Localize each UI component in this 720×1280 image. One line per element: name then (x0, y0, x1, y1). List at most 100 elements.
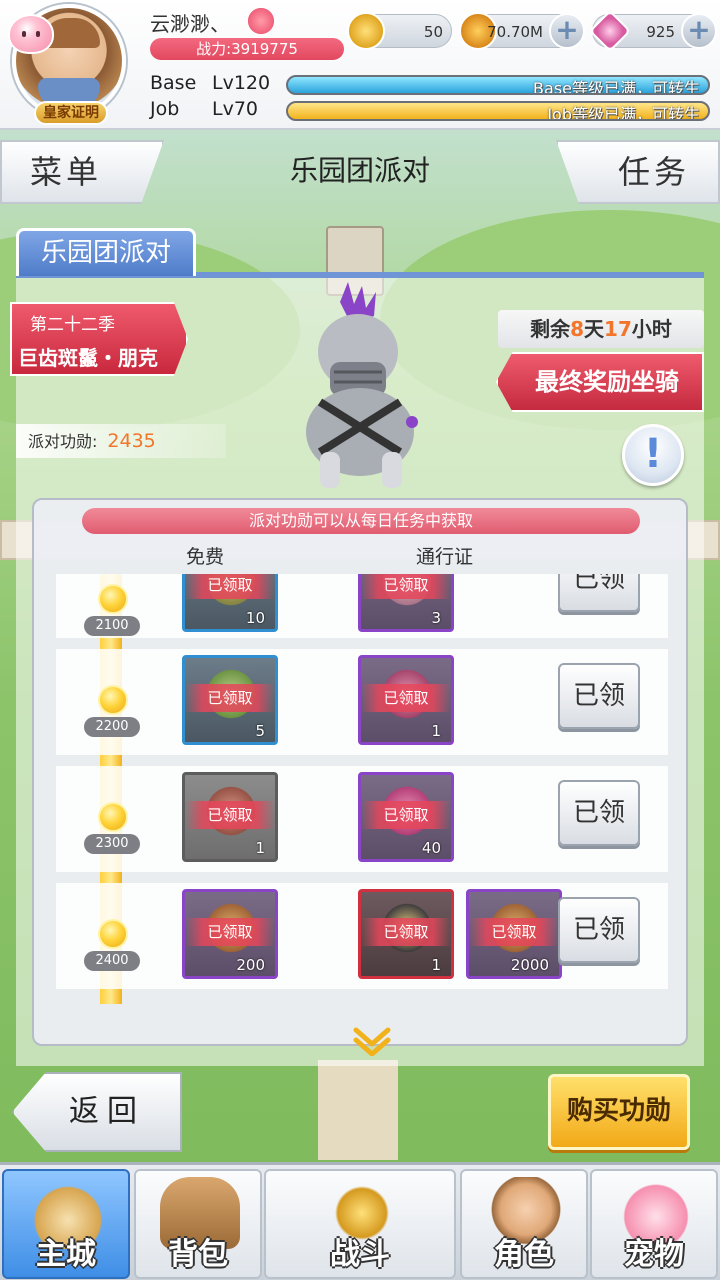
merit-label: 派对功勋: (28, 432, 98, 451)
pass-reward-item[interactable]: 已领取 1 (358, 889, 454, 979)
reward-row: 2400 已领取 200 已领取 1 已领取 2000 已领 (56, 883, 668, 989)
season-label: 第二十二季 (30, 315, 115, 335)
back-button[interactable]: 返回 (12, 1072, 182, 1152)
player-hud: 皇家证明 云渺渺、 战力:3919775 50 70.70M + 925 + B… (0, 0, 720, 130)
page-title: 乐园团派对 (289, 154, 430, 187)
milestone-node-icon (98, 685, 128, 715)
item-qty: 200 (236, 956, 265, 974)
claimed-tag: 已领取 (185, 918, 275, 946)
nav-label: 主城 (36, 1237, 96, 1272)
claimed-button[interactable]: 已领 (558, 780, 640, 846)
base-exp-status: Base等级已满，可转生 (533, 79, 700, 95)
claimed-tag: 已领取 (361, 918, 451, 946)
claimed-button[interactable]: 已领 (558, 663, 640, 729)
time-day-unit: 天 (584, 317, 605, 341)
nav-pet[interactable]: 宠物 (590, 1169, 718, 1279)
final-reward-mount-button[interactable]: 最终奖励坐骑 (496, 352, 704, 412)
poring-icon (8, 14, 54, 54)
reward-row: 2200 已领取 5 已领取 1 已领 (56, 649, 668, 755)
scroll-down-chevron-icon[interactable] (352, 1026, 392, 1056)
gem-counter: 925 + (588, 9, 717, 53)
job-exp-bar: Job等级已满，可转生 (286, 101, 710, 121)
milestone-node-icon (98, 802, 128, 832)
merit-value: 2435 (107, 430, 156, 452)
claimed-button[interactable]: 已领 (558, 574, 640, 612)
add-gold-button[interactable]: + (549, 13, 585, 49)
claimed-button[interactable]: 已领 (558, 897, 640, 963)
pass-reward-item[interactable]: 已领取 3 (358, 574, 454, 632)
nav-main-city[interactable]: 主城 (2, 1169, 130, 1279)
milestone-threshold: 2200 (84, 717, 140, 737)
free-reward-item[interactable]: 已领取 10 (182, 574, 278, 632)
nav-label: 角色 (494, 1237, 554, 1272)
nav-battle[interactable]: 战斗 (264, 1169, 456, 1279)
item-qty: 1 (431, 956, 441, 974)
gold-value: 70.70M (487, 23, 543, 41)
add-gem-button[interactable]: + (681, 13, 717, 49)
menu-button[interactable]: 菜单 (0, 140, 164, 204)
column-pass: 通行证 (416, 546, 474, 568)
job-exp-status: Job等级已满，可转生 (547, 105, 700, 121)
party-merit: 派对功勋: 2435 (16, 424, 226, 458)
item-qty: 2000 (510, 956, 549, 974)
title-bar: 菜单 乐园团派对 任务 (0, 140, 720, 206)
title-emblem-icon (244, 8, 278, 34)
time-hours: 17 (604, 317, 632, 341)
bottom-nav: 主城 背包 战斗 角色 宠物 (0, 1162, 720, 1280)
mount-name: 巨齿斑鬣・朋克 (18, 346, 158, 370)
nav-label: 背包 (168, 1237, 228, 1272)
merit-tip: 派对功勋可以从每日任务中获取 (82, 508, 640, 534)
milestone-node-icon (98, 584, 128, 614)
nav-label: 战斗 (330, 1237, 390, 1272)
combat-power: 战力:3919775 (150, 38, 344, 60)
zeny-counter: 50 (347, 12, 452, 50)
base-level: Lv120 (212, 72, 271, 94)
claimed-tag: 已领取 (361, 574, 451, 599)
base-label: Base (150, 72, 197, 94)
pass-reward-item[interactable]: 已领取 40 (358, 772, 454, 862)
gold-counter: 70.70M + (459, 12, 585, 50)
claimed-tag: 已领取 (185, 801, 275, 829)
claimed-tag: 已领取 (361, 684, 451, 712)
season-banner: 第二十二季 巨齿斑鬣・朋克 (10, 302, 188, 376)
claimed-tag: 已领取 (185, 684, 275, 712)
gem-icon (588, 9, 632, 53)
reward-row: 2300 已领取 1 已领取 40 已领 (56, 766, 668, 872)
item-qty: 10 (245, 609, 265, 627)
column-free: 免费 (186, 546, 225, 568)
pass-reward-item[interactable]: 已领取 1 (358, 655, 454, 745)
free-reward-item[interactable]: 已领取 200 (182, 889, 278, 979)
item-qty: 1 (431, 722, 441, 740)
free-reward-item[interactable]: 已领取 5 (182, 655, 278, 745)
pass-reward-item[interactable]: 已领取 2000 (466, 889, 562, 979)
info-icon[interactable]: ! (622, 424, 684, 486)
time-hour-unit: 小时 (631, 317, 672, 341)
claimed-tag: 已领取 (361, 801, 451, 829)
milestone-node-icon (98, 919, 128, 949)
milestone-threshold: 2300 (84, 834, 140, 854)
quest-button[interactable]: 任务 (556, 140, 720, 204)
nav-backpack[interactable]: 背包 (134, 1169, 262, 1279)
nav-character[interactable]: 角色 (460, 1169, 588, 1279)
tab-party[interactable]: 乐园团派对 (16, 228, 196, 276)
reward-rows-scroll[interactable]: 2100 已领取 10 已领取 3 已领 2200 已领取 5 已领取 1 已领… (34, 574, 686, 1004)
base-exp-bar: Base等级已满，可转生 (286, 75, 710, 95)
item-qty: 5 (255, 722, 265, 740)
reward-list: 派对功勋可以从每日任务中获取 免费 通行证 2100 已领取 10 已领取 3 … (32, 498, 688, 1046)
claimed-tag: 已领取 (185, 574, 275, 599)
zeny-coin-icon (347, 12, 385, 50)
job-level: Lv70 (212, 98, 259, 120)
time-remaining: 剩余8天17小时 (498, 310, 704, 348)
job-label: Job (150, 98, 180, 120)
buy-merit-button[interactable]: 购买功勋 (548, 1074, 690, 1150)
reward-row: 2100 已领取 10 已领取 3 已领 (56, 574, 668, 638)
zeny-value: 50 (423, 23, 443, 41)
time-days: 8 (570, 317, 585, 341)
item-qty: 1 (255, 839, 265, 857)
gem-value: 925 (646, 23, 675, 41)
player-avatar[interactable]: 皇家证明 (8, 4, 130, 126)
free-reward-item[interactable]: 已领取 1 (182, 772, 278, 862)
item-qty: 3 (431, 609, 441, 627)
player-name: 云渺渺、 (150, 12, 230, 36)
mount-wolf-icon (306, 282, 418, 488)
